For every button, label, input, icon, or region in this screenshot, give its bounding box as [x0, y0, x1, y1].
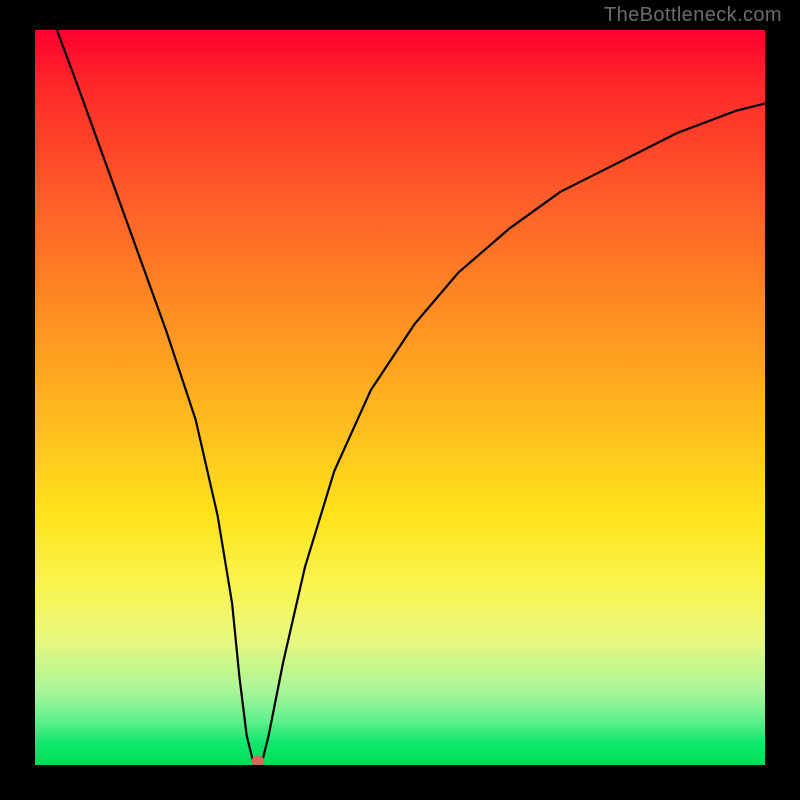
- optimum-marker: [251, 756, 264, 765]
- plot-area: [35, 30, 765, 765]
- chart-frame: TheBottleneck.com: [0, 0, 800, 800]
- bottleneck-curve: [57, 30, 765, 765]
- curve-svg: [35, 30, 765, 765]
- watermark-text: TheBottleneck.com: [604, 4, 782, 27]
